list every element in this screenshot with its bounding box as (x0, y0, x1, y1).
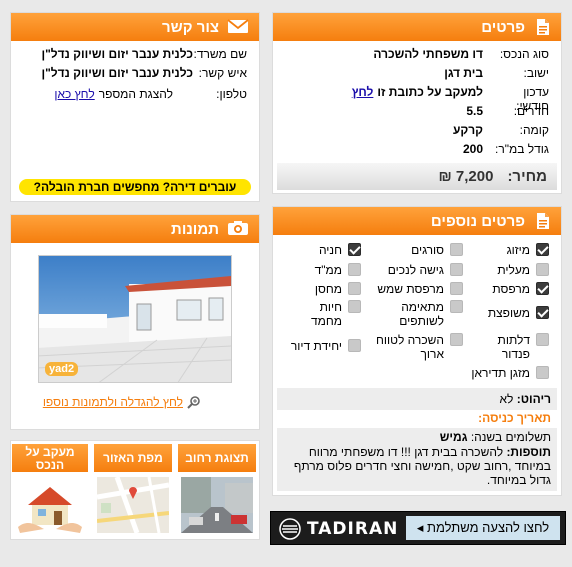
photos-panel: תמונות yad2 לחץ להגדלה ולתמונות נוספו (10, 214, 260, 430)
checkbox[interactable] (536, 306, 549, 319)
checkbox[interactable] (450, 282, 463, 295)
price-value: 7,200 ₪ (438, 168, 494, 185)
extra-details-panel: פרטים נוספים מיזוג סורגים חניה מעלית גיש… (272, 206, 562, 496)
details-title: פרטים (481, 18, 525, 36)
media-tabs-panel: תצוגת רחוב מפת האזור מעקב על הנכס (10, 440, 260, 540)
tab-property-tracking[interactable]: מעקב על הנכס (12, 444, 88, 537)
enlarge-photos-row: לחץ להגדלה ולתמונות נוספו (43, 395, 201, 409)
checkbox[interactable] (348, 243, 361, 256)
feature-renovated: משופצת (488, 306, 549, 320)
feature-accessibility: גישה לנכים (388, 263, 463, 277)
extra-info-box: ריהוט: לא תאריך כניסה: תשלומים בשנה: גמי… (277, 388, 557, 491)
tadiran-logo-mark (279, 518, 301, 540)
tab-area-map[interactable]: מפת האזור (94, 444, 172, 537)
show-phone-link[interactable]: לחץ כאן (54, 87, 94, 101)
camera-icon (227, 220, 249, 238)
checkbox[interactable] (536, 243, 549, 256)
feature-safe-room: ממ"ד (315, 263, 361, 277)
house-thumbnail (14, 477, 86, 533)
feature-storage: מחסן (315, 282, 361, 296)
contact-row-office: שם משרד: כלנית ענבר יזום ושיווק נדל"ן (41, 47, 247, 61)
feature-tadiran-ac: מזגן תדיראן (471, 366, 549, 380)
tadiran-logo: TADIRAN (279, 518, 398, 540)
feature-pandor-doors: דלתות פנדור (484, 333, 549, 361)
checkbox[interactable] (450, 243, 463, 256)
contact-row-phone: טלפון: להצגת המספר לחץ כאן (54, 87, 247, 101)
checkbox[interactable] (536, 333, 549, 346)
document-icon (533, 18, 551, 36)
contact-panel: צור קשר שם משרד: כלנית ענבר יזום ושיווק … (10, 12, 260, 202)
envelope-icon (227, 18, 249, 36)
checkbox[interactable] (450, 300, 463, 313)
ad-cta-button[interactable]: לחצו להצעה משתלמת ◂ (406, 516, 560, 540)
feature-pets: חיות מחמד (302, 300, 361, 328)
extra-details-title: פרטים נוספים (430, 212, 525, 230)
detail-row-type: סוג הנכס: דו משפחתי להשכרה (373, 47, 549, 61)
contact-row-person: איש קשר: כלנית ענבר יזום ושיווק נדל"ן (41, 66, 247, 80)
arrow-left-icon: ◂ (416, 520, 424, 535)
street-view-thumbnail (181, 477, 253, 533)
feature-sun-balcony: מרפסת שמש (377, 282, 463, 296)
entry-date-row: תאריך כניסה: (478, 411, 551, 425)
price-label: מחיר: (507, 168, 547, 185)
checkbox[interactable] (348, 339, 361, 352)
details-header: פרטים (273, 13, 561, 41)
price-bar: מחיר: 7,200 ₪ (277, 163, 557, 190)
feature-housing-unit: יחידת דיור (291, 339, 361, 353)
checkbox[interactable] (348, 300, 361, 313)
feature-long-term: השכרה לטווח ארוך (360, 333, 463, 361)
checkbox[interactable] (450, 263, 463, 276)
detail-row-size: גודל במ"ר: 200 (462, 142, 549, 156)
property-photo[interactable]: yad2 (38, 255, 232, 383)
checkbox[interactable] (450, 333, 463, 346)
tadiran-ad[interactable]: לחצו להצעה משתלמת ◂ TADIRAN (270, 511, 566, 545)
detail-row-rooms: חדרים: 5.5 (466, 104, 549, 118)
feature-bars: סורגים (411, 243, 463, 257)
magnifier-icon (187, 395, 201, 409)
checkbox[interactable] (348, 282, 361, 295)
feature-elevator: מעלית (497, 263, 549, 277)
checkbox[interactable] (536, 282, 549, 295)
checkbox[interactable] (348, 263, 361, 276)
furniture-row: ריהוט: לא (499, 392, 551, 406)
detail-row-city: ישוב: בית דגן (444, 66, 549, 80)
photos-header: תמונות (11, 215, 259, 243)
feature-parking: חניה (319, 243, 361, 257)
tab-street-view[interactable]: תצוגת רחוב (178, 444, 256, 537)
contact-header: צור קשר (11, 13, 259, 41)
extra-details-header: פרטים נוספים (273, 207, 561, 235)
additions-row: תוספות: להשכרה בבית דגן !!! דו משפחתי מר… (293, 445, 551, 487)
document-icon (533, 212, 551, 230)
payments-row: תשלומים בשנה: גמיש (439, 430, 551, 444)
area-map-thumbnail (97, 477, 169, 533)
feature-balcony: מרפסת (492, 282, 549, 296)
moving-banner[interactable]: עוברים דירה? מחפשים חברת הובלה? (19, 179, 251, 195)
checkbox[interactable] (536, 366, 549, 379)
feature-roommates: מתאימה לשותפים (382, 300, 463, 328)
contact-title: צור קשר (162, 18, 219, 36)
checkbox[interactable] (536, 263, 549, 276)
yad2-watermark: yad2 (45, 362, 79, 376)
feature-ac: מיזוג (507, 243, 549, 257)
details-panel: פרטים סוג הנכס: דו משפחתי להשכרה ישוב: ב… (272, 12, 562, 194)
enlarge-photos-link[interactable]: לחץ להגדלה ולתמונות נוספו (43, 395, 183, 409)
photos-title: תמונות (171, 220, 219, 238)
detail-row-floor: קומה: קרקע (452, 123, 549, 137)
